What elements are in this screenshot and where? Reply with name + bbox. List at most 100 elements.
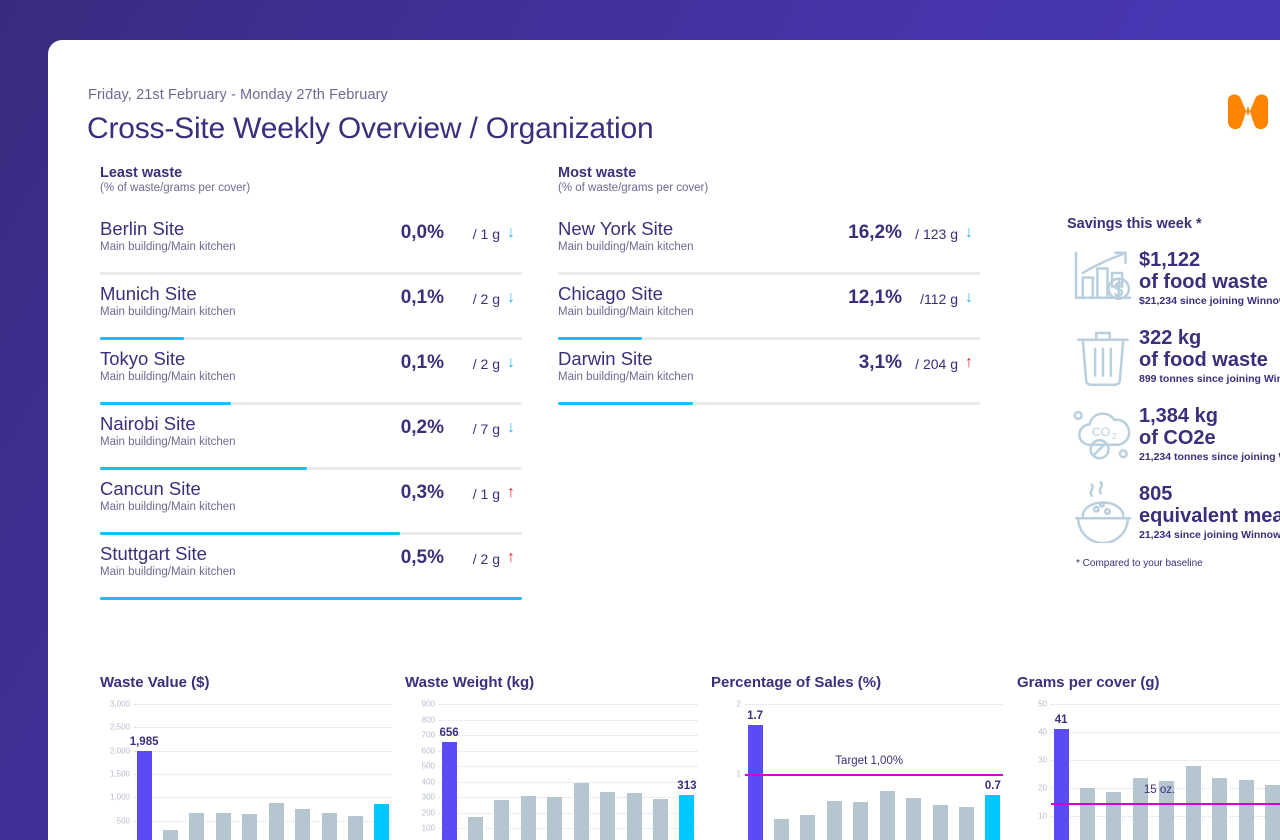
site-rank-row[interactable]: Nairobi SiteMain building/Main kitchen0,… <box>100 405 522 470</box>
trend-down-icon: ↓ <box>958 284 980 307</box>
chart-bar[interactable] <box>600 792 615 840</box>
chart-title: Grams per cover (g) <box>1017 674 1280 691</box>
chart-bar[interactable] <box>774 819 789 840</box>
chart-bar[interactable] <box>1265 785 1280 840</box>
chart-bar[interactable] <box>959 807 974 840</box>
chart-bar[interactable] <box>348 816 363 840</box>
least-waste-subheading: (% of waste/grams per cover) <box>100 182 522 194</box>
y-tick-label: 10 <box>1038 812 1047 821</box>
site-waste-percent: 0,5% <box>370 544 444 569</box>
site-rank-row[interactable]: Chicago SiteMain building/Main kitchen12… <box>558 275 980 340</box>
y-tick-label: 2,000 <box>110 746 130 755</box>
bar-value-label: 41 <box>1055 714 1068 726</box>
site-name: Cancun Site <box>100 479 370 498</box>
savings-unit: of CO2e <box>1139 427 1280 449</box>
chart-bar[interactable] <box>1212 778 1227 840</box>
chart-bar[interactable] <box>1106 792 1121 840</box>
trend-up-icon: ↑ <box>500 479 522 502</box>
least-waste-heading: Least waste <box>100 165 522 181</box>
least-waste-list: Berlin SiteMain building/Main kitchen0,0… <box>100 210 522 600</box>
chart-bar[interactable] <box>269 803 284 840</box>
y-tick-label: 2 <box>737 700 741 709</box>
chart-bar[interactable] <box>827 801 842 840</box>
chart-bar[interactable] <box>322 813 337 840</box>
chart-bar[interactable] <box>853 802 868 840</box>
chart-bar[interactable] <box>521 796 536 840</box>
chart-bar[interactable] <box>627 793 642 840</box>
chart-bar[interactable] <box>216 813 231 840</box>
chart-bar[interactable]: 656 <box>442 742 457 840</box>
site-rank-row[interactable]: Munich SiteMain building/Main kitchen0,1… <box>100 275 522 340</box>
site-waste-percent: 0,1% <box>370 284 444 309</box>
site-location: Main building/Main kitchen <box>558 371 828 383</box>
y-tick-label: 20 <box>1038 784 1047 793</box>
bar-value-label: 656 <box>440 727 459 739</box>
chart-title: Waste Value ($) <box>100 674 392 691</box>
chart-bar[interactable] <box>933 805 948 840</box>
chart-bar[interactable] <box>295 809 310 840</box>
chart-y-axis: 012 <box>711 704 745 840</box>
site-rank-row[interactable]: Stuttgart SiteMain building/Main kitchen… <box>100 535 522 600</box>
site-rank-row[interactable]: Tokyo Site Main building/Main kitchen0,1%… <box>100 340 522 405</box>
y-tick-label: 30 <box>1038 756 1047 765</box>
site-rank-row[interactable]: Berlin SiteMain building/Main kitchen0,0… <box>100 210 522 275</box>
site-name: Tokyo Site <box>100 349 370 368</box>
chart-bar[interactable]: 41 <box>1054 729 1069 840</box>
site-grams-per-cover: / 204 g <box>902 349 958 372</box>
site-location: Main building/Main kitchen <box>100 241 370 253</box>
chart-bar[interactable] <box>494 800 509 840</box>
chart-bar[interactable] <box>163 830 178 840</box>
site-location: Main building/Main kitchen <box>558 241 828 253</box>
site-progress-fill <box>558 402 693 405</box>
chart-bar[interactable] <box>1080 788 1095 840</box>
savings-item: 322 kgof food waste899 tonnes since join… <box>1067 324 1280 388</box>
chart-bar[interactable] <box>189 813 204 840</box>
chart-bar[interactable] <box>574 783 589 840</box>
savings-unit: of food waste <box>1139 349 1280 371</box>
site-grams-per-cover: / 7 g <box>444 414 500 437</box>
chart-grams-per-cover: Grams per cover (g)01020304050412015 oz.… <box>1017 674 1280 840</box>
site-waste-percent: 0,1% <box>370 349 444 374</box>
chart-bar[interactable] <box>468 817 483 840</box>
trash-bin-icon <box>1067 324 1139 388</box>
site-name: Munich Site <box>100 284 370 303</box>
y-tick-label: 50 <box>1038 700 1047 709</box>
site-rank-row[interactable]: Darwin SiteMain building/Main kitchen3,1… <box>558 340 980 405</box>
site-waste-percent: 16,2% <box>828 219 902 244</box>
chart-bar[interactable] <box>547 797 562 840</box>
chart-plot-area: 0121.70.7Target 1,00%BaselineLast 8 week… <box>711 704 1003 840</box>
savings-panel: Savings this week * $1,122of food waste$… <box>1067 216 1280 569</box>
site-rank-row[interactable]: New York SiteMain building/Main kitchen1… <box>558 210 980 275</box>
chart-bars: 656 313 <box>439 704 697 840</box>
savings-value: $1,122 <box>1139 249 1280 271</box>
chart-bar[interactable] <box>242 814 257 840</box>
page-title: Cross-Site Weekly Overview / Organizatio… <box>87 112 653 146</box>
chart-bar[interactable]: 1,985 <box>137 751 152 840</box>
chart-percentage-of-sales: Percentage of Sales (%)0121.70.7Target 1… <box>711 674 1003 840</box>
site-location: Main building/Main kitchen <box>558 306 828 318</box>
site-grams-per-cover: / 2 g <box>444 544 500 567</box>
bar-value-label: 1.7 <box>747 710 763 722</box>
savings-since: 899 tonnes since joining Winnow <box>1139 373 1280 385</box>
chart-bar[interactable]: 313 <box>679 795 694 840</box>
y-tick-label: 700 <box>422 731 435 740</box>
chart-bar[interactable] <box>880 791 895 840</box>
chart-waste-value: Waste Value ($)05001,0001,5002,0002,5003… <box>100 674 392 840</box>
chart-bar[interactable] <box>653 799 668 840</box>
chart-bar[interactable] <box>1239 780 1254 840</box>
site-grams-per-cover: / 2 g <box>444 349 500 372</box>
chart-bar[interactable] <box>374 804 389 840</box>
chart-bar[interactable] <box>906 798 921 840</box>
most-waste-subheading: (% of waste/grams per cover) <box>558 182 980 194</box>
target-line-label: Target 1,00% <box>835 755 903 767</box>
chart-plot-area: 0100200300400500600700800900656313Baseli… <box>405 704 697 840</box>
site-rank-row[interactable]: Cancun SiteMain building/Main kitchen0,3… <box>100 470 522 535</box>
chart-bar[interactable] <box>800 815 815 840</box>
site-location: Main building/Main kitchen <box>100 371 370 383</box>
chart-bar[interactable]: 1.7 <box>748 725 763 840</box>
trend-down-icon: ↓ <box>958 219 980 242</box>
chart-bars: 4120 <box>1051 704 1280 840</box>
chart-waste-weight: Waste Weight (kg)01002003004005006007008… <box>405 674 697 840</box>
chart-bar[interactable]: 0.7 <box>985 795 1000 840</box>
savings-since: 21,234 tonnes since joining Winnow <box>1139 451 1280 463</box>
